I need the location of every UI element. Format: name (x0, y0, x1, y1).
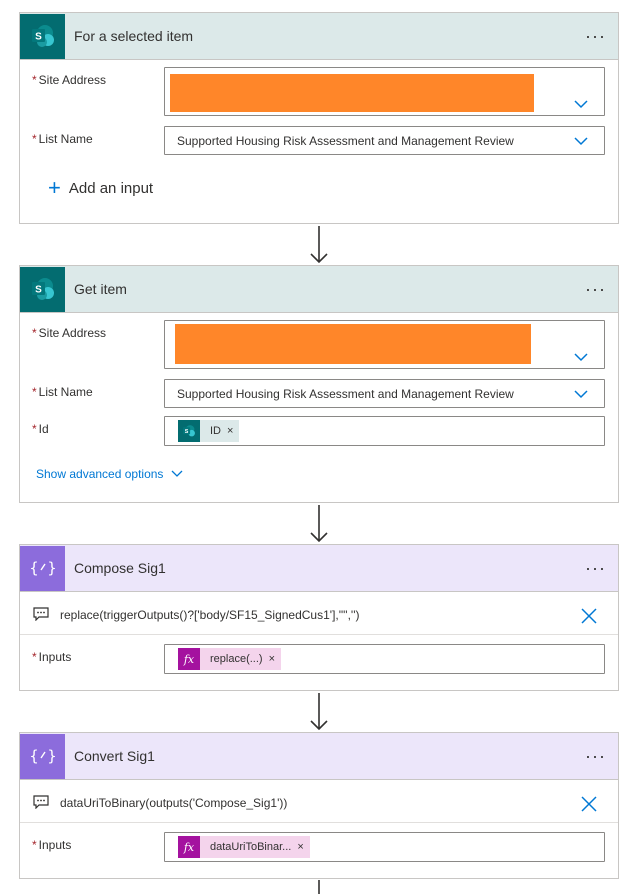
list-name-value: Supported Housing Risk Assessment and Ma… (177, 134, 514, 148)
expression-token-label: replace(...) (210, 653, 263, 665)
plus-icon: + (48, 175, 61, 200)
expression-token[interactable]: fx dataUriToBinar... × (178, 836, 310, 858)
expression-row: replace(triggerOutputs()?['body/SF15_Sig… (20, 593, 618, 635)
list-name-dropdown[interactable]: Supported Housing Risk Assessment and Ma… (164, 379, 605, 408)
fx-icon: fx (178, 836, 200, 858)
inputs-label: * Inputs (32, 650, 72, 664)
chevron-down-icon[interactable] (574, 390, 588, 399)
svg-text:S: S (35, 32, 42, 43)
convert-sig1-card: { } Convert Sig1 ··· dataUriToBinary(out… (19, 732, 619, 879)
site-address-field[interactable] (164, 67, 605, 116)
compose-icon: { } (20, 545, 65, 591)
compose-icon: { } (20, 733, 65, 779)
site-address-label: * Site Address (32, 73, 107, 87)
inputs-row: * Inputs fx dataUriToBinar... × (20, 832, 618, 862)
list-name-value: Supported Housing Risk Assessment and Ma… (177, 387, 514, 401)
card-title: Convert Sig1 (74, 748, 155, 764)
expression-row: dataUriToBinary(outputs('Compose_Sig1')) (20, 781, 618, 823)
card-title: Compose Sig1 (74, 560, 166, 576)
more-options-icon[interactable]: ··· (585, 746, 606, 767)
redacted-value (175, 324, 531, 364)
remove-token-icon[interactable]: × (227, 425, 233, 437)
inputs-label: * Inputs (32, 838, 72, 852)
expression-text: replace(triggerOutputs()?['body/SF15_Sig… (60, 608, 360, 622)
remove-token-icon[interactable]: × (297, 841, 303, 853)
site-address-row: * Site Address (20, 67, 618, 119)
list-name-row: * List Name Supported Housing Risk Assess… (20, 126, 618, 156)
list-name-label: * List Name (32, 132, 93, 146)
chevron-down-icon[interactable] (574, 100, 588, 109)
redacted-value (170, 74, 534, 112)
more-options-icon[interactable]: ··· (585, 279, 606, 300)
chevron-down-icon[interactable] (574, 137, 588, 146)
site-address-row: * Site Address (20, 320, 618, 372)
arrow-down-icon (310, 693, 328, 731)
arrow-down-icon (310, 226, 328, 264)
chevron-down-icon[interactable] (574, 353, 588, 362)
svg-text:S: S (35, 285, 42, 296)
compose-sig1-card-header[interactable]: { } Compose Sig1 ··· (20, 545, 618, 592)
sharepoint-icon: S (178, 420, 200, 442)
expression-token-label: dataUriToBinar... (210, 841, 292, 853)
id-row: * Id S ID × (20, 416, 618, 446)
trigger-card: S For a selected item ··· * Site Address … (19, 12, 619, 224)
id-label: * Id (32, 422, 49, 436)
card-title: For a selected item (74, 28, 194, 44)
site-address-label: * Site Address (32, 326, 107, 340)
inputs-row: * Inputs fx replace(...) × (20, 644, 618, 674)
comment-icon (33, 607, 49, 621)
arrow-down-icon (318, 880, 320, 894)
more-options-icon[interactable]: ··· (585, 558, 606, 579)
convert-sig1-card-header[interactable]: { } Convert Sig1 ··· (20, 733, 618, 780)
site-address-field[interactable] (164, 320, 605, 369)
chevron-down-icon (171, 470, 183, 477)
svg-text:S: S (185, 429, 189, 435)
show-advanced-options-link[interactable]: Show advanced options (36, 467, 183, 481)
expression-token[interactable]: fx replace(...) × (178, 648, 282, 670)
comment-icon (33, 795, 49, 809)
card-title: Get item (74, 281, 127, 297)
more-options-icon[interactable]: ··· (585, 26, 606, 47)
get-item-card-header[interactable]: S Get item ··· (20, 266, 618, 313)
show-advanced-options-label: Show advanced options (36, 467, 164, 481)
id-token[interactable]: S ID × (178, 420, 240, 442)
expression-text: dataUriToBinary(outputs('Compose_Sig1')) (60, 796, 288, 810)
inputs-field[interactable]: fx dataUriToBinar... × (164, 832, 605, 862)
inputs-field[interactable]: fx replace(...) × (164, 644, 605, 674)
get-item-card: S Get item ··· * Site Address * List Name … (19, 265, 619, 503)
list-name-label: * List Name (32, 385, 93, 399)
compose-sig1-card: { } Compose Sig1 ··· replace(triggerOutp… (19, 544, 619, 691)
arrow-down-icon (310, 505, 328, 543)
fx-icon: fx (178, 648, 200, 670)
sharepoint-icon: S (20, 266, 65, 312)
id-token-label: ID (210, 425, 221, 437)
sharepoint-icon: S (20, 13, 65, 59)
add-input-button[interactable]: + Add an input (48, 175, 154, 200)
list-name-dropdown[interactable]: Supported Housing Risk Assessment and Ma… (164, 126, 605, 155)
close-icon[interactable] (580, 795, 598, 813)
remove-token-icon[interactable]: × (269, 653, 275, 665)
id-field[interactable]: S ID × (164, 416, 605, 446)
trigger-card-header[interactable]: S For a selected item ··· (20, 13, 618, 60)
add-input-label: Add an input (68, 179, 154, 197)
list-name-row: * List Name Supported Housing Risk Assess… (20, 379, 618, 409)
close-icon[interactable] (580, 607, 598, 625)
